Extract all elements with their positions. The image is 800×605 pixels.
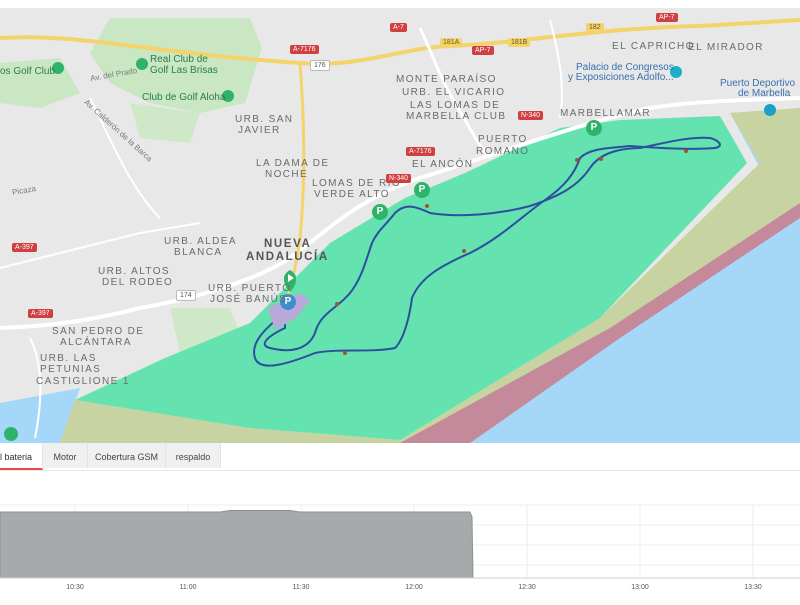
- road-shield: A-7176: [290, 45, 319, 54]
- place-label: NOCHE: [265, 169, 309, 180]
- road-shield: AP-7: [472, 46, 494, 55]
- place-label: URB. EL VICARIO: [402, 87, 506, 98]
- x-tick-label: 11:30: [293, 584, 310, 591]
- place-label: URB. SAN: [235, 114, 294, 125]
- place-label: EL MIRADOR: [688, 42, 764, 53]
- place-label: JAVIER: [238, 125, 281, 136]
- golf-marker-icon[interactable]: [136, 58, 148, 70]
- place-label: URB. ALDEA: [164, 236, 237, 247]
- map-view[interactable]: P P P P EL MIRADOR EL CAPRICHO MONTE PAR…: [0, 8, 800, 443]
- tab-bar: l bateria Motor Cobertura GSM respaldo: [0, 443, 800, 471]
- x-tick-label: 13:30: [744, 584, 762, 591]
- place-label: LA DAMA DE: [256, 158, 330, 169]
- battery-chart[interactable]: 10:30 11:00 11:30 12:00 12:30 13:00 13:30: [0, 470, 800, 600]
- battery-level-area: [0, 510, 474, 579]
- poi-label[interactable]: de Marbella: [738, 88, 790, 99]
- tab-cobertura-gsm[interactable]: Cobertura GSM: [88, 443, 166, 468]
- place-label: ANDALUCÍA: [246, 251, 329, 263]
- place-label: URB. LAS: [40, 353, 97, 364]
- poi-label[interactable]: Real Club de: [150, 54, 208, 65]
- golf-marker-icon[interactable]: [4, 427, 18, 441]
- road-shield: A-7176: [406, 147, 435, 156]
- place-label: PUERTO: [478, 134, 528, 145]
- place-label: JOSÉ BANÚS: [210, 294, 288, 305]
- road-shield: A-7: [390, 23, 407, 32]
- road-shield: A-397: [28, 309, 53, 318]
- road-shield: 176: [310, 60, 330, 71]
- x-axis-ticks: 10:30 11:00 11:30 12:00 12:30 13:00 13:30: [66, 584, 762, 591]
- tab-bateria[interactable]: l bateria: [0, 443, 43, 470]
- place-label: CASTIGLIONE 1: [36, 376, 130, 387]
- tab-respaldo[interactable]: respaldo: [166, 443, 221, 468]
- poi-label[interactable]: os Golf Club: [0, 66, 55, 77]
- road-shield: AP-7: [656, 13, 678, 22]
- place-label: URB. PUERTO: [208, 283, 292, 294]
- place-label: SAN PEDRO DE: [52, 326, 145, 337]
- x-tick-label: 12:30: [518, 584, 536, 591]
- place-label: URB. ALTOS: [98, 266, 170, 277]
- road-shield: N-340: [386, 174, 412, 183]
- place-label: EL ANCÓN: [412, 159, 474, 170]
- poi-label[interactable]: Club de Golf Aloha: [142, 92, 225, 103]
- place-label: ALCÁNTARA: [60, 337, 132, 348]
- place-label: NUEVA: [264, 238, 312, 250]
- parking-marker-icon[interactable]: P: [586, 120, 602, 136]
- marina-icon[interactable]: [764, 104, 776, 116]
- place-label: EL CAPRICHO: [612, 41, 695, 52]
- poi-label[interactable]: y Exposiciones Adolfo...: [568, 72, 674, 83]
- place-label: PETUNIAS: [40, 364, 102, 375]
- x-tick-label: 12:00: [405, 584, 423, 591]
- x-tick-label: 10:30: [66, 584, 84, 591]
- parking-marker-icon[interactable]: P: [414, 182, 430, 198]
- place-label: ROMANO: [476, 146, 530, 157]
- place-label: MARBELLAMAR: [560, 108, 651, 119]
- road-shield: 174: [176, 290, 196, 301]
- road-shield: 181A: [440, 38, 463, 47]
- parking-marker-icon[interactable]: P: [372, 204, 388, 220]
- poi-label[interactable]: Golf Las Brisas: [150, 65, 218, 76]
- place-label: DEL RODEO: [102, 277, 174, 288]
- road-shield: 182: [586, 23, 604, 32]
- place-label: LAS LOMAS DE: [410, 100, 501, 111]
- tab-motor[interactable]: Motor: [43, 443, 88, 468]
- road-shield: 181B: [508, 38, 531, 47]
- x-tick-label: 13:00: [631, 584, 649, 591]
- road-shield: N-340: [518, 111, 544, 120]
- place-label: BLANCA: [174, 247, 223, 258]
- place-label: MONTE PARAÍSO: [396, 74, 497, 85]
- x-tick-label: 11:00: [180, 584, 197, 591]
- place-label: MARBELLA CLUB: [406, 111, 507, 122]
- place-label: VERDE ALTO: [314, 189, 390, 200]
- battery-chart-plot: 10:30 11:00 11:30 12:00 12:30 13:00 13:30: [0, 504, 800, 591]
- road-shield: A-397: [12, 243, 37, 252]
